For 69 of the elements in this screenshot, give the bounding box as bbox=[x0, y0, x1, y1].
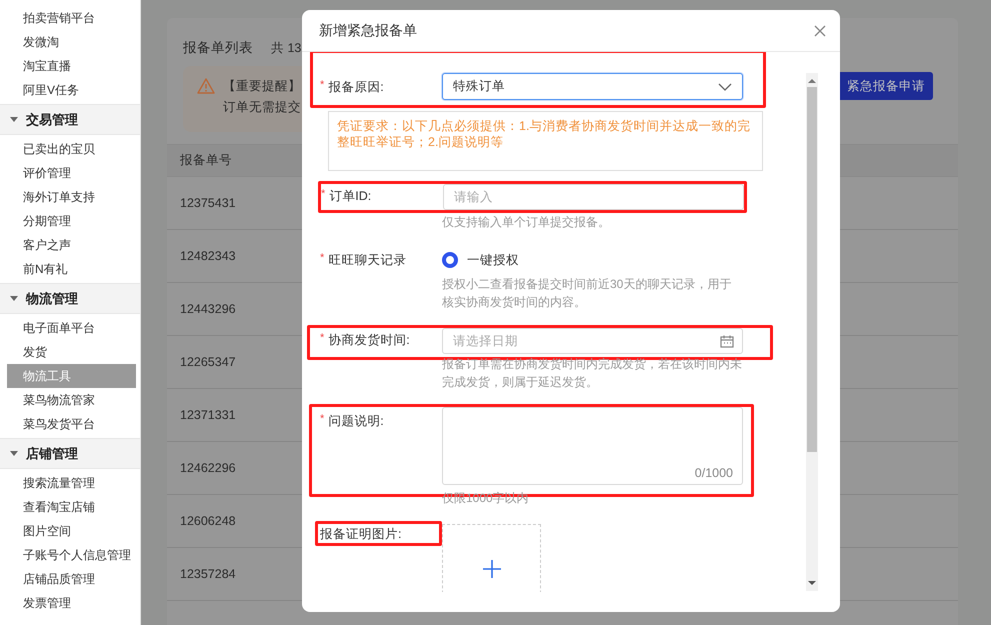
field-hint: 报备订单需在协商发货时间内完成发货，若在该时间内未完成发货，则属于延迟发货。 bbox=[442, 356, 742, 391]
reason-select[interactable]: 特殊订单 bbox=[442, 73, 743, 100]
sidebar-item[interactable]: 搜索流量管理 bbox=[7, 471, 136, 495]
sidebar-group-header[interactable]: 物流管理 bbox=[0, 283, 140, 314]
record-count: 共 13 bbox=[271, 40, 302, 56]
sidebar-item[interactable]: 阿里V任务 bbox=[7, 78, 136, 102]
sidebar-group-header[interactable]: 店铺管理 bbox=[0, 438, 140, 469]
character-counter: 0/1000 bbox=[694, 466, 733, 480]
table-cell-text: 12443296 bbox=[179, 301, 237, 318]
table-cell-text: 12462296 bbox=[179, 460, 237, 477]
field-label: 问题说明: bbox=[328, 413, 384, 430]
authorize-radio[interactable]: 一键授权 bbox=[442, 250, 519, 270]
group-title: 店铺管理 bbox=[26, 444, 78, 462]
requirement-notice: 凭证要求：以下几点必须提供：1.与消费者协商发货时间并达成一致的完整旺旺举证号；2.问题说明等 bbox=[328, 111, 763, 171]
sidebar-item[interactable]: 店铺品质管理 bbox=[7, 567, 136, 591]
calendar-icon bbox=[720, 335, 734, 348]
sidebar-item[interactable]: 分期管理 bbox=[7, 209, 136, 233]
sidebar-item[interactable]: 淘宝直播 bbox=[7, 54, 136, 78]
sidebar-item[interactable]: 前N有礼 bbox=[7, 257, 136, 281]
description-textarea[interactable]: 0/1000 bbox=[442, 407, 743, 485]
field-hint: 仅支持输入单个订单提交报备。 bbox=[442, 214, 611, 231]
image-upload-button[interactable] bbox=[442, 524, 541, 592]
sidebar-item[interactable]: 发微淘 bbox=[7, 30, 136, 54]
field-label: 报备原因: bbox=[328, 79, 384, 96]
sidebar-item[interactable]: 菜鸟物流管家 bbox=[7, 388, 136, 412]
required-asterisk: * bbox=[321, 188, 326, 202]
table-cell-text: 12371331 bbox=[179, 407, 237, 424]
plus-icon bbox=[482, 560, 500, 578]
sidebar-item[interactable]: 评价管理 bbox=[7, 161, 136, 185]
sidebar-item[interactable]: 客户之声 bbox=[7, 233, 136, 257]
warning-icon bbox=[197, 78, 215, 94]
list-title: 报备单列表 bbox=[183, 39, 253, 57]
group-title: 交易管理 bbox=[26, 110, 78, 128]
required-asterisk: * bbox=[320, 252, 324, 266]
table-cell-text: 12606248 bbox=[179, 513, 237, 530]
scrollbar[interactable] bbox=[806, 73, 818, 591]
sidebar-item[interactable]: 查看淘宝店铺 bbox=[7, 495, 136, 519]
sidebar-item[interactable]: 海外订单支持 bbox=[7, 185, 136, 209]
chevron-down-icon bbox=[718, 82, 732, 90]
close-button[interactable] bbox=[812, 22, 828, 38]
sidebar-group-header[interactable]: 交易管理 bbox=[0, 104, 140, 135]
field-label: 报备证明图片: bbox=[320, 526, 402, 543]
reminder-text: 订单无需提交 bbox=[223, 99, 301, 116]
field-label: 订单ID: bbox=[329, 188, 372, 205]
column-header: 报备单号 bbox=[179, 152, 233, 169]
sidebar-item[interactable]: 子账号个人信息管理 bbox=[7, 543, 136, 567]
required-asterisk: * bbox=[320, 332, 324, 346]
sidebar-item[interactable]: 图片空间 bbox=[7, 519, 136, 543]
field-label: 协商发货时间: bbox=[328, 332, 410, 349]
required-asterisk: * bbox=[320, 413, 324, 427]
order-id-input[interactable]: 请输入 bbox=[443, 184, 744, 210]
dialog-title: 新增紧急报备单 bbox=[319, 22, 417, 40]
table-cell-text: 12375431 bbox=[179, 195, 237, 212]
sidebar-item[interactable]: 拍卖营销平台 bbox=[7, 6, 136, 30]
sidebar-item[interactable]: 发票管理 bbox=[7, 591, 136, 615]
sidebar-item[interactable]: 发货 bbox=[7, 340, 136, 364]
field-label: 旺旺聊天记录 bbox=[328, 252, 406, 269]
table-cell-text: 12482343 bbox=[179, 248, 237, 265]
field-hint: 授权小二查看报备提交时间前近30天的聊天记录，用于核实协商发货时间的内容。 bbox=[442, 276, 732, 311]
group-title: 物流管理 bbox=[26, 290, 78, 308]
date-picker-field[interactable]: 请选择日期 bbox=[442, 328, 743, 354]
table-cell-text: 12357284 bbox=[179, 566, 237, 583]
sidebar-item[interactable]: 电子面单平台 bbox=[7, 316, 136, 340]
sidebar-item[interactable]: 菜鸟发货平台 bbox=[7, 412, 136, 436]
reminder-title: 【重要提醒】 bbox=[223, 78, 301, 95]
required-asterisk: * bbox=[320, 79, 324, 93]
table-cell-text: 12265347 bbox=[179, 354, 237, 371]
close-icon bbox=[814, 24, 826, 36]
sidebar-item[interactable]: 已卖出的宝贝 bbox=[7, 137, 136, 161]
